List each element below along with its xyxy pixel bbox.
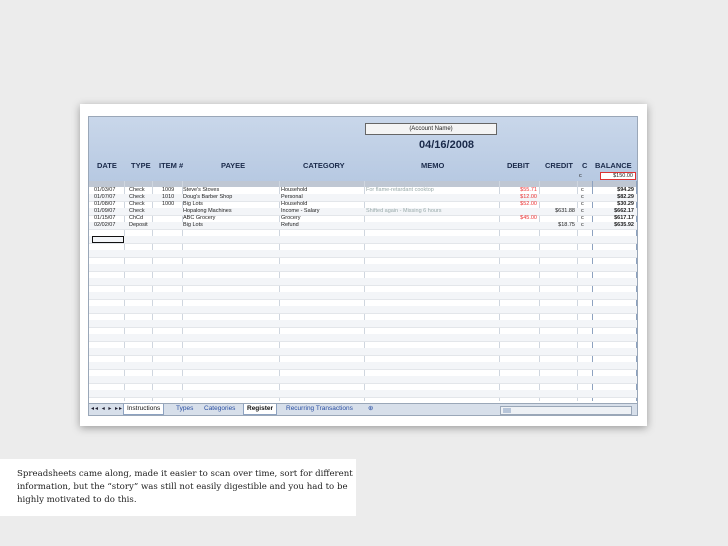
cell-date[interactable]: 01/08/07 <box>94 201 122 208</box>
cell-c[interactable]: c <box>581 222 591 229</box>
cell-type[interactable]: Deposit <box>129 222 151 229</box>
sheet-tab-bar: ◂◂ ◂ ▸ ▸▸ Instructions Types Categories … <box>89 403 637 415</box>
cell-category[interactable]: Personal <box>281 194 363 201</box>
cell-payee[interactable]: Doug's Barber Shop <box>183 194 277 201</box>
cell-type[interactable]: Check <box>129 187 151 194</box>
scrollbar-thumb[interactable] <box>503 408 511 413</box>
cell-payee[interactable]: Big Lots <box>183 201 277 208</box>
cell-category[interactable]: Household <box>281 187 363 194</box>
cell-balance[interactable]: $635.92 <box>594 222 634 229</box>
cell-debit[interactable]: $12.00 <box>501 194 537 201</box>
column-header-cleared: C <box>582 161 588 170</box>
cell-balance[interactable]: $662.17 <box>594 208 634 215</box>
cell-c[interactable]: c <box>581 215 591 222</box>
column-header-memo: MEMO <box>421 161 445 170</box>
add-sheet-icon[interactable]: ⊕ <box>365 404 376 414</box>
cell-item[interactable]: 1000 <box>162 201 180 208</box>
cell-c[interactable]: c <box>581 208 591 215</box>
cell-item[interactable]: 1010 <box>162 194 180 201</box>
cell-balance[interactable]: $617.17 <box>594 215 634 222</box>
cell-c[interactable]: c <box>581 201 591 208</box>
cell-debit[interactable]: $45.00 <box>501 215 537 222</box>
cell-date[interactable]: 01/15/07 <box>94 215 122 222</box>
cell-c[interactable]: c <box>581 194 591 201</box>
cell-payee[interactable]: Big Lots <box>183 222 277 229</box>
cell-credit[interactable]: $631.88 <box>541 208 575 215</box>
cell-balance[interactable]: $94.29 <box>594 187 634 194</box>
cell-type[interactable]: Check <box>129 208 151 215</box>
cell-item[interactable]: 1009 <box>162 187 180 194</box>
tab-scroll-arrows[interactable]: ◂◂ ◂ ▸ ▸▸ <box>91 405 123 412</box>
column-header-item: ITEM # <box>159 161 184 170</box>
tab-instructions[interactable]: Instructions <box>123 404 165 415</box>
starting-cleared-mark: c <box>579 173 582 179</box>
column-header-debit: DEBIT <box>507 161 530 170</box>
cell-type[interactable]: Check <box>129 201 151 208</box>
column-header-date: DATE <box>97 161 117 170</box>
horizontal-scrollbar[interactable] <box>500 406 632 415</box>
cell-category[interactable]: Refund <box>281 222 363 229</box>
cell-credit[interactable]: $18.75 <box>541 222 575 229</box>
column-header-credit: CREDIT <box>545 161 573 170</box>
cell-memo[interactable]: For flame-retardant cooktop <box>366 187 496 194</box>
cell-debit[interactable]: $52.00 <box>501 201 537 208</box>
column-header-balance: BALANCE <box>595 161 632 170</box>
tab-types[interactable]: Types <box>173 404 196 414</box>
cell-balance[interactable]: $30.29 <box>594 201 634 208</box>
cell-balance[interactable]: $82.29 <box>594 194 634 201</box>
tab-register[interactable]: Register <box>243 404 278 415</box>
column-header-payee: PAYEE <box>221 161 246 170</box>
cell-category[interactable]: Household <box>281 201 363 208</box>
table-row[interactable] <box>89 390 637 398</box>
column-headers: DATE TYPE ITEM # PAYEE CATEGORY MEMO DEB… <box>89 161 637 175</box>
slide-card: (Account Name) 04/16/2008 DATE TYPE ITEM… <box>80 104 647 426</box>
cell-date[interactable]: 01/03/07 <box>94 187 122 194</box>
cell-category[interactable]: Grocery <box>281 215 363 222</box>
tab-recurring-transactions[interactable]: Recurring Transactions <box>283 404 356 414</box>
cell-debit[interactable]: $55.71 <box>501 187 537 194</box>
cell-payee[interactable]: Steve's Stoves <box>183 187 277 194</box>
cell-c[interactable]: c <box>581 187 591 194</box>
cell-category[interactable]: Income - Salary <box>281 208 363 215</box>
account-name-field[interactable]: (Account Name) <box>365 123 497 135</box>
selected-cell[interactable] <box>92 236 124 243</box>
cell-date[interactable]: 02/02/07 <box>94 222 122 229</box>
register-grid: 01/03/07 Check 1009 Steve's Stoves Household… <box>89 187 637 401</box>
cell-date[interactable]: 01/09/07 <box>94 208 122 215</box>
cell-date[interactable]: 01/07/07 <box>94 194 122 201</box>
column-header-category: CATEGORY <box>303 161 345 170</box>
tab-categories[interactable]: Categories <box>201 404 238 414</box>
slide-caption: Spreadsheets came along, made it easier … <box>17 469 353 505</box>
register-date: 04/16/2008 <box>419 139 475 151</box>
cell-payee[interactable]: Hopalong Machines <box>183 208 277 215</box>
cell-memo[interactable]: Shifted again - Missing 6 hours <box>366 208 496 215</box>
cell-type[interactable]: Check <box>129 194 151 201</box>
cell-type[interactable]: ChCd <box>129 215 151 222</box>
starting-balance-cell[interactable]: $150.00 <box>600 172 636 180</box>
column-header-type: TYPE <box>131 161 151 170</box>
spreadsheet: (Account Name) 04/16/2008 DATE TYPE ITEM… <box>88 116 638 416</box>
cell-payee[interactable]: ABC Grocery <box>183 215 277 222</box>
